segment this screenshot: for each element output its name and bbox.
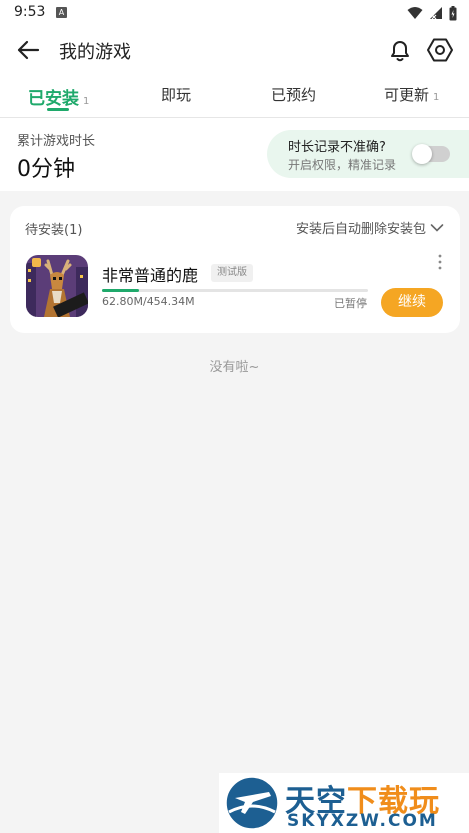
auto-delete-dropdown[interactable]: 安装后自动删除安装包 — [296, 218, 444, 237]
download-progress-fill — [102, 289, 139, 292]
playtime-section: 累计游戏时长 0分钟 时长记录不准确? 开启权限，精准记录 — [0, 118, 469, 191]
tab-reserved-label: 已预约 — [271, 86, 317, 104]
status-time: 9:53 — [14, 4, 46, 20]
empty-message: 没有啦~ — [209, 360, 260, 375]
pending-install-title: 待安装(1) — [25, 223, 83, 238]
tab-updatable-label: 可更新 — [384, 86, 430, 104]
status-bar: 9:53 A — [0, 0, 469, 26]
settings-hexagon-icon[interactable] — [426, 36, 454, 64]
tab-reserved[interactable]: 已预约 — [271, 84, 316, 114]
playtime-value: 0分钟 — [17, 157, 75, 182]
signal-icon — [430, 7, 442, 20]
globe-plane-icon — [225, 776, 279, 830]
permission-toggle[interactable] — [412, 144, 450, 164]
auto-delete-label: 安装后自动删除安装包 — [295, 222, 426, 237]
back-arrow-icon[interactable] — [14, 36, 42, 64]
watermark-logo: 天空下载玩 SKYXZW.COM — [219, 773, 469, 833]
test-version-badge: 测试版 — [211, 264, 253, 282]
chevron-down-icon — [430, 223, 444, 232]
active-tab-indicator — [47, 108, 69, 111]
game-icon[interactable] — [26, 255, 88, 317]
hint-title: 时长记录不准确? — [288, 140, 386, 155]
more-vertical-icon[interactable] — [434, 252, 446, 272]
watermark-subtitle: SKYXZW.COM — [287, 811, 438, 831]
hint-subtitle: 开启权限，精准记录 — [288, 158, 397, 172]
tab-instant-play-label: 即玩 — [161, 86, 192, 104]
game-tabs: 已安装 1 即玩 已预约 可更新 1 — [0, 74, 469, 118]
notification-a-icon: A — [56, 7, 67, 18]
tab-instant-play[interactable]: 即玩 — [161, 84, 191, 114]
status-icons — [407, 5, 457, 21]
tab-installed-count: 1 — [83, 96, 90, 107]
tab-updatable-count: 1 — [433, 92, 440, 103]
tab-updatable[interactable]: 可更新 1 — [384, 84, 439, 114]
download-size: 62.80M/454.34M — [102, 295, 195, 308]
playtime-permission-card: 时长记录不准确? 开启权限，精准记录 — [267, 130, 469, 178]
tab-installed-label: 已安装 — [28, 89, 79, 109]
download-status: 已暂停 — [334, 297, 367, 310]
playtime-label: 累计游戏时长 — [17, 134, 96, 149]
battery-icon — [449, 5, 457, 20]
page-title: 我的游戏 — [59, 42, 131, 63]
game-name: 非常普通的鹿 — [102, 266, 199, 285]
toggle-knob — [412, 144, 432, 164]
app-header: 我的游戏 — [0, 26, 469, 74]
pending-install-card: 待安装(1) 安装后自动删除安装包 非常普通的鹿 测试版 62.80M/454.… — [10, 206, 460, 333]
download-progress-bar — [102, 289, 368, 292]
wifi-icon — [407, 7, 423, 19]
bell-icon[interactable] — [386, 36, 414, 64]
continue-button[interactable]: 继续 — [381, 288, 443, 317]
